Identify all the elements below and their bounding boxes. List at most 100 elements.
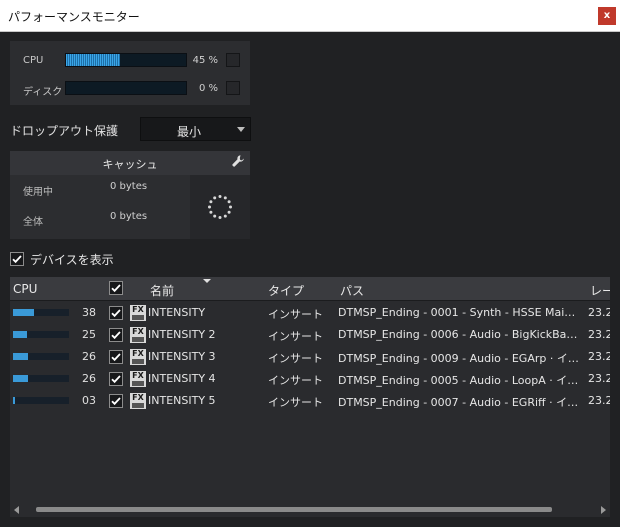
cache-panel: キャッシュ 使用中 0 bytes 全体 0 bytes bbox=[10, 151, 250, 239]
chevron-down-icon bbox=[237, 127, 245, 132]
row-name: INTENSITY 3 bbox=[148, 350, 216, 363]
row-type: インサート bbox=[268, 396, 323, 409]
table-row[interactable]: 25 FX INTENSITY 2 インサート DTMSP_Ending - 0… bbox=[10, 324, 610, 346]
close-button[interactable]: x bbox=[598, 7, 616, 25]
row-latency: 23.2 bbox=[588, 350, 610, 363]
row-cpu-fill bbox=[13, 309, 34, 316]
row-cpu-value: 26 bbox=[82, 372, 96, 385]
fx-icon: FX bbox=[130, 349, 146, 365]
checkmark-icon bbox=[111, 331, 121, 340]
row-cpu-bar bbox=[13, 375, 69, 382]
row-type: インサート bbox=[268, 374, 323, 387]
row-cpu-value: 26 bbox=[82, 350, 96, 363]
meter-panel: CPU 45 % ディスク 0 % bbox=[10, 41, 250, 105]
row-enable-checkbox[interactable] bbox=[109, 394, 123, 408]
cache-title: キャッシュ bbox=[102, 158, 158, 171]
checkmark-icon bbox=[111, 284, 121, 293]
row-latency: 23.2 bbox=[588, 394, 610, 407]
column-header-cpu[interactable]: CPU bbox=[13, 282, 37, 296]
title-bar: パフォーマンスモニター x bbox=[0, 0, 620, 32]
column-header-latency[interactable]: レー bbox=[590, 282, 610, 299]
cache-spinner-area bbox=[190, 175, 250, 239]
scroll-left-icon[interactable] bbox=[14, 506, 19, 514]
cpu-meter-indicator bbox=[226, 53, 240, 67]
sort-desc-icon bbox=[203, 279, 211, 283]
row-enable-checkbox[interactable] bbox=[109, 372, 123, 386]
row-name: INTENSITY 4 bbox=[148, 372, 216, 385]
row-latency: 23.2 bbox=[588, 306, 610, 319]
row-type: インサート bbox=[268, 308, 323, 321]
row-name: INTENSITY bbox=[148, 306, 206, 319]
row-path: DTMSP_Ending - 0009 - Audio - EGArp · イ… bbox=[338, 352, 579, 365]
row-cpu-value: 25 bbox=[82, 328, 96, 341]
column-header-name[interactable]: 名前 bbox=[150, 282, 174, 299]
disk-meter-indicator bbox=[226, 81, 240, 95]
table-row[interactable]: 03 FX INTENSITY 5 インサート DTMSP_Ending - 0… bbox=[10, 390, 610, 412]
disk-meter-row: ディスク 0 % bbox=[10, 79, 250, 99]
cache-total-label: 全体 bbox=[23, 217, 43, 228]
row-cpu-bar bbox=[13, 353, 69, 360]
show-devices-checkbox[interactable] bbox=[10, 252, 24, 266]
table-header: CPU 名前 タイプ パス レー bbox=[10, 277, 610, 301]
fx-icon: FX bbox=[130, 393, 146, 409]
performance-monitor-body: CPU 45 % ディスク 0 % ドロップアウト保護 最小 キャッシュ 使用中… bbox=[0, 32, 620, 527]
row-latency: 23.2 bbox=[588, 372, 610, 385]
row-cpu-value: 03 bbox=[82, 394, 96, 407]
row-enable-checkbox[interactable] bbox=[109, 350, 123, 364]
row-cpu-fill bbox=[13, 397, 15, 404]
row-type: インサート bbox=[268, 352, 323, 365]
window-title: パフォーマンスモニター bbox=[8, 10, 140, 24]
row-path: DTMSP_Ending - 0006 - Audio - BigKickBa… bbox=[338, 328, 578, 341]
row-cpu-fill bbox=[13, 331, 27, 338]
checkmark-icon bbox=[12, 255, 22, 264]
cpu-meter-row: CPU 45 % bbox=[10, 51, 250, 71]
plugin-table: CPU 名前 タイプ パス レー 38 FX INTENSITY インサート D… bbox=[10, 277, 610, 517]
row-path: DTMSP_Ending - 0007 - Audio - EGRiff · イ… bbox=[338, 396, 579, 409]
cache-header: キャッシュ bbox=[10, 151, 250, 175]
checkmark-icon bbox=[111, 375, 121, 384]
fx-icon: FX bbox=[130, 305, 146, 321]
dropout-protection-value: 最小 bbox=[176, 125, 201, 139]
fx-icon: FX bbox=[130, 327, 146, 343]
cache-total-value: 0 bytes bbox=[110, 211, 148, 222]
fx-icon: FX bbox=[130, 371, 146, 387]
column-header-type[interactable]: タイプ bbox=[268, 282, 304, 299]
disk-meter-bar bbox=[65, 81, 187, 95]
row-name: INTENSITY 2 bbox=[148, 328, 216, 341]
dropout-protection-label: ドロップアウト保護 bbox=[10, 124, 119, 138]
select-all-checkbox[interactable] bbox=[109, 281, 123, 295]
cpu-meter-fill bbox=[66, 54, 120, 66]
horizontal-scrollbar[interactable] bbox=[10, 502, 610, 517]
row-cpu-value: 38 bbox=[82, 306, 96, 319]
checkmark-icon bbox=[111, 353, 121, 362]
table-row[interactable]: 26 FX INTENSITY 4 インサート DTMSP_Ending - 0… bbox=[10, 368, 610, 390]
row-enable-checkbox[interactable] bbox=[109, 328, 123, 342]
cache-used-label: 使用中 bbox=[23, 187, 53, 198]
row-path: DTMSP_Ending - 0005 - Audio - LoopA · イ… bbox=[338, 374, 579, 387]
cache-total-row: 全体 0 bytes bbox=[10, 205, 190, 233]
table-row[interactable]: 38 FX INTENSITY インサート DTMSP_Ending - 000… bbox=[10, 302, 610, 324]
scroll-right-icon[interactable] bbox=[601, 506, 606, 514]
row-cpu-fill bbox=[13, 375, 28, 382]
show-devices-label: デバイスを表示 bbox=[30, 253, 114, 267]
cache-used-row: 使用中 0 bytes bbox=[10, 175, 190, 203]
row-cpu-bar bbox=[13, 331, 69, 338]
cpu-meter-label: CPU bbox=[23, 55, 44, 66]
scrollbar-thumb[interactable] bbox=[36, 507, 552, 512]
table-row[interactable]: 26 FX INTENSITY 3 インサート DTMSP_Ending - 0… bbox=[10, 346, 610, 368]
dropout-protection-dropdown[interactable]: 最小 bbox=[140, 117, 251, 141]
column-header-path[interactable]: パス bbox=[340, 282, 364, 299]
cpu-meter-bar bbox=[65, 53, 187, 67]
checkmark-icon bbox=[111, 309, 121, 318]
row-name: INTENSITY 5 bbox=[148, 394, 216, 407]
row-cpu-bar bbox=[13, 309, 69, 316]
disk-meter-label: ディスク bbox=[23, 87, 63, 98]
row-enable-checkbox[interactable] bbox=[109, 306, 123, 320]
loading-spinner-icon bbox=[208, 195, 232, 219]
row-latency: 23.2 bbox=[588, 328, 610, 341]
row-path: DTMSP_Ending - 0001 - Synth - HSSE Mai… bbox=[338, 306, 576, 319]
wrench-icon[interactable] bbox=[231, 154, 245, 168]
cache-used-value: 0 bytes bbox=[110, 181, 148, 192]
cpu-meter-percent: 45 % bbox=[192, 55, 218, 66]
row-type: インサート bbox=[268, 330, 323, 343]
